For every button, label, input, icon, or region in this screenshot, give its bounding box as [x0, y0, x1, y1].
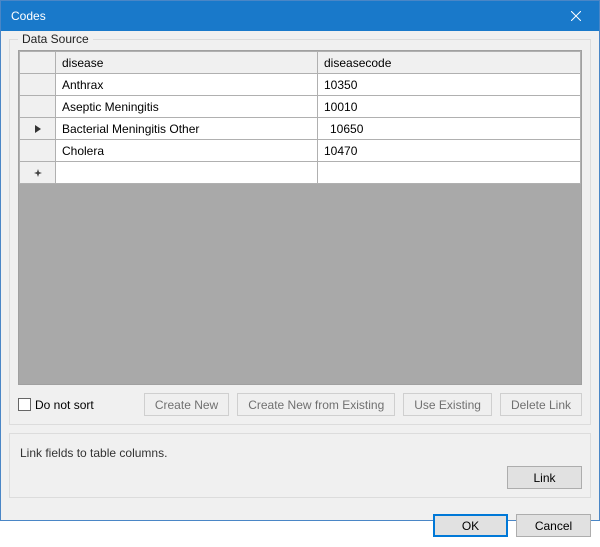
cell-disease[interactable]: Bacterial Meningitis Other	[56, 118, 318, 140]
table-row-new[interactable]	[20, 162, 581, 184]
new-row-icon	[33, 168, 43, 178]
codes-grid[interactable]: disease diseasecode Anthrax 10350 Asepti	[18, 50, 582, 385]
cell-diseasecode[interactable]: 10470	[318, 140, 581, 162]
codes-dialog: Codes Data Source disease diseasecode	[0, 0, 600, 521]
create-new-button: Create New	[144, 393, 229, 416]
row-header[interactable]	[20, 74, 56, 96]
cell-disease[interactable]: Anthrax	[56, 74, 318, 96]
ok-button[interactable]: OK	[433, 514, 508, 537]
window-title: Codes	[11, 9, 553, 23]
row-header-new[interactable]	[20, 162, 56, 184]
column-header-disease[interactable]: disease	[56, 52, 318, 74]
link-help-text: Link fields to table columns.	[20, 446, 582, 460]
column-header-diseasecode[interactable]: diseasecode	[318, 52, 581, 74]
table-row[interactable]: Aseptic Meningitis 10010	[20, 96, 581, 118]
cell-disease[interactable]	[56, 162, 318, 184]
titlebar: Codes	[1, 1, 599, 31]
close-icon	[571, 11, 581, 21]
data-source-group: Data Source disease diseasecode	[9, 39, 591, 425]
data-source-label: Data Source	[18, 32, 93, 46]
cell-diseasecode[interactable]: 10350	[318, 74, 581, 96]
table-row[interactable]: Bacterial Meningitis Other	[20, 118, 581, 140]
cell-diseasecode[interactable]: 10010	[318, 96, 581, 118]
table-row[interactable]: Anthrax 10350	[20, 74, 581, 96]
delete-link-button: Delete Link	[500, 393, 582, 416]
current-row-icon	[34, 124, 42, 134]
cell-diseasecode[interactable]	[318, 162, 581, 184]
table-row[interactable]: Cholera 10470	[20, 140, 581, 162]
cell-diseasecode-editing[interactable]	[318, 118, 581, 140]
row-header[interactable]	[20, 96, 56, 118]
cell-editor[interactable]	[324, 118, 574, 139]
cell-disease[interactable]: Aseptic Meningitis	[56, 96, 318, 118]
cell-disease[interactable]: Cholera	[56, 140, 318, 162]
cancel-button[interactable]: Cancel	[516, 514, 591, 537]
dialog-buttons: OK Cancel	[1, 506, 599, 547]
use-existing-button: Use Existing	[403, 393, 492, 416]
do-not-sort-label: Do not sort	[35, 398, 94, 412]
checkbox-box	[18, 398, 31, 411]
close-button[interactable]	[553, 1, 599, 31]
do-not-sort-checkbox[interactable]: Do not sort	[18, 398, 94, 412]
row-header-corner[interactable]	[20, 52, 56, 74]
client-area: Data Source disease diseasecode	[1, 31, 599, 506]
create-new-from-existing-button: Create New from Existing	[237, 393, 395, 416]
row-header-current[interactable]	[20, 118, 56, 140]
link-button[interactable]: Link	[507, 466, 582, 489]
row-header[interactable]	[20, 140, 56, 162]
link-group: Link fields to table columns. Link	[9, 433, 591, 498]
grid-toolbar: Do not sort Create New Create New from E…	[18, 393, 582, 416]
